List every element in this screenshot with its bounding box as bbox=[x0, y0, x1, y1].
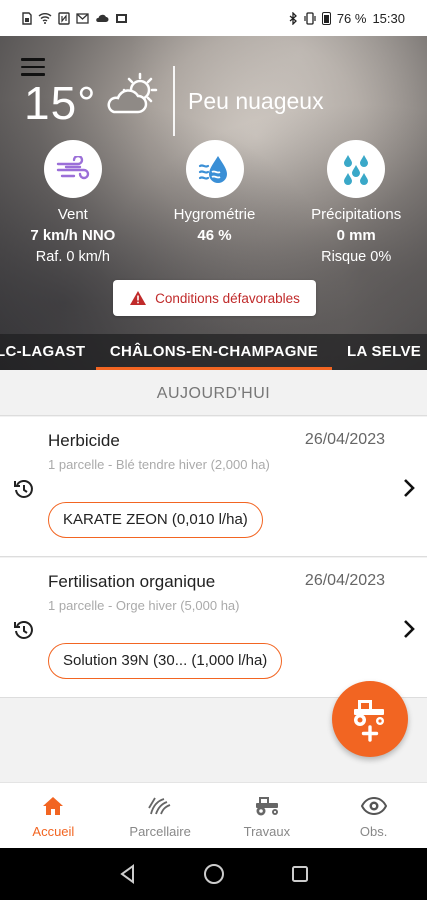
nav-label: Obs. bbox=[359, 824, 388, 839]
menu-button[interactable] bbox=[21, 58, 45, 78]
product-pill: KARATE ZEON (0,010 l/ha) bbox=[48, 502, 263, 538]
location-tabs: LC-LAGAST CHÂLONS-EN-CHAMPAGNE LA SELVE bbox=[0, 334, 427, 370]
status-bar: 76 % 15:30 bbox=[0, 0, 427, 36]
mail-icon bbox=[76, 12, 89, 24]
metric-value: 46 % bbox=[197, 227, 232, 244]
battery-icon bbox=[321, 11, 331, 25]
weather-metrics: Vent 7 km/h NNO Raf. 0 km/h Hygrométrie … bbox=[0, 140, 427, 265]
chevron-right-icon bbox=[404, 479, 415, 497]
precipitation-icon bbox=[327, 140, 386, 198]
partly-cloudy-icon bbox=[107, 72, 158, 114]
add-intervention-button[interactable] bbox=[332, 681, 408, 757]
metric-label: Hygrométrie bbox=[173, 206, 256, 223]
header-divider bbox=[173, 66, 175, 136]
tractor-add-icon bbox=[354, 700, 384, 742]
intervention-card[interactable]: Fertilisation organique 26/04/2023 1 par… bbox=[0, 558, 427, 698]
tab-location-la-selve[interactable]: LA SELVE bbox=[347, 334, 421, 370]
home-circle-icon[interactable] bbox=[203, 863, 225, 885]
metric-humidity: Hygrométrie 46 % bbox=[144, 140, 286, 265]
metric-value: 0 mm bbox=[336, 227, 376, 244]
system-navigation-bar bbox=[0, 848, 427, 900]
alert-label: Conditions défavorables bbox=[155, 290, 300, 306]
history-icon bbox=[14, 480, 33, 498]
conditions-alert-button[interactable]: Conditions défavorables bbox=[113, 280, 316, 316]
metric-label: Vent bbox=[57, 206, 88, 223]
clock-time: 15:30 bbox=[372, 10, 405, 26]
nav-label: Travaux bbox=[243, 824, 291, 839]
sim-icon bbox=[22, 11, 32, 25]
vibrate-icon bbox=[304, 11, 316, 25]
history-icon bbox=[14, 621, 33, 639]
home-icon bbox=[43, 797, 64, 815]
bluetooth-icon bbox=[289, 11, 297, 25]
intervention-subtitle: 1 parcelle - Blé tendre hiver (2,000 ha) bbox=[48, 457, 270, 472]
nav-label: Parcellaire bbox=[129, 824, 191, 839]
intervention-title: Herbicide bbox=[48, 431, 120, 450]
weather-panel: 15° Peu nuageux Vent 7 km/h NNO Raf. 0 k… bbox=[0, 36, 427, 370]
metric-wind: Vent 7 km/h NNO Raf. 0 km/h bbox=[2, 140, 144, 265]
metric-sub: Risque 0% bbox=[321, 249, 392, 265]
tab-location-lc-lagast[interactable]: LC-LAGAST bbox=[0, 334, 85, 370]
wind-icon bbox=[43, 140, 102, 198]
nav-accueil[interactable]: Accueil bbox=[0, 783, 107, 848]
cloud-icon bbox=[96, 14, 109, 22]
field-icon bbox=[148, 797, 171, 815]
nav-travaux[interactable]: Travaux bbox=[214, 783, 321, 848]
intervention-card[interactable]: Herbicide 26/04/2023 1 parcelle - Blé te… bbox=[0, 417, 427, 557]
day-header: AUJOURD'HUI bbox=[0, 370, 427, 416]
recents-icon[interactable] bbox=[291, 865, 309, 883]
sync-icon bbox=[116, 14, 127, 23]
tab-location-chalons[interactable]: CHÂLONS-EN-CHAMPAGNE bbox=[96, 334, 332, 370]
metric-value: 7 km/h NNO bbox=[30, 227, 116, 244]
metric-precipitation: Précipitations 0 mm Risque 0% bbox=[285, 140, 427, 265]
bottom-navigation: Accueil Parcellaire Travaux Obs. bbox=[0, 782, 427, 848]
eye-icon bbox=[360, 796, 387, 816]
status-left-icons bbox=[22, 11, 128, 25]
nfc-icon bbox=[58, 11, 70, 25]
humidity-icon bbox=[185, 140, 244, 198]
wifi-icon bbox=[38, 13, 52, 24]
intervention-date: 26/04/2023 bbox=[304, 572, 385, 589]
weather-condition: Peu nuageux bbox=[188, 88, 324, 114]
nav-parcellaire[interactable]: Parcellaire bbox=[107, 783, 214, 848]
nav-observations[interactable]: Obs. bbox=[320, 783, 427, 848]
nav-label: Accueil bbox=[32, 824, 75, 839]
intervention-subtitle: 1 parcelle - Orge hiver (5,000 ha) bbox=[48, 598, 240, 613]
tractor-icon bbox=[255, 797, 278, 816]
temperature: 15° bbox=[24, 77, 97, 129]
chevron-right-icon bbox=[404, 620, 415, 638]
status-right: 76 % 15:30 bbox=[289, 11, 405, 26]
intervention-title: Fertilisation organique bbox=[48, 572, 216, 591]
intervention-date: 26/04/2023 bbox=[304, 431, 385, 448]
product-pill: Solution 39N (30... (1,000 l/ha) bbox=[48, 643, 283, 679]
back-icon[interactable] bbox=[118, 864, 138, 884]
warning-icon bbox=[130, 291, 147, 305]
metric-sub: Raf. 0 km/h bbox=[35, 249, 110, 265]
metric-label: Précipitations bbox=[311, 206, 402, 223]
battery-level: 76 % bbox=[336, 10, 367, 26]
